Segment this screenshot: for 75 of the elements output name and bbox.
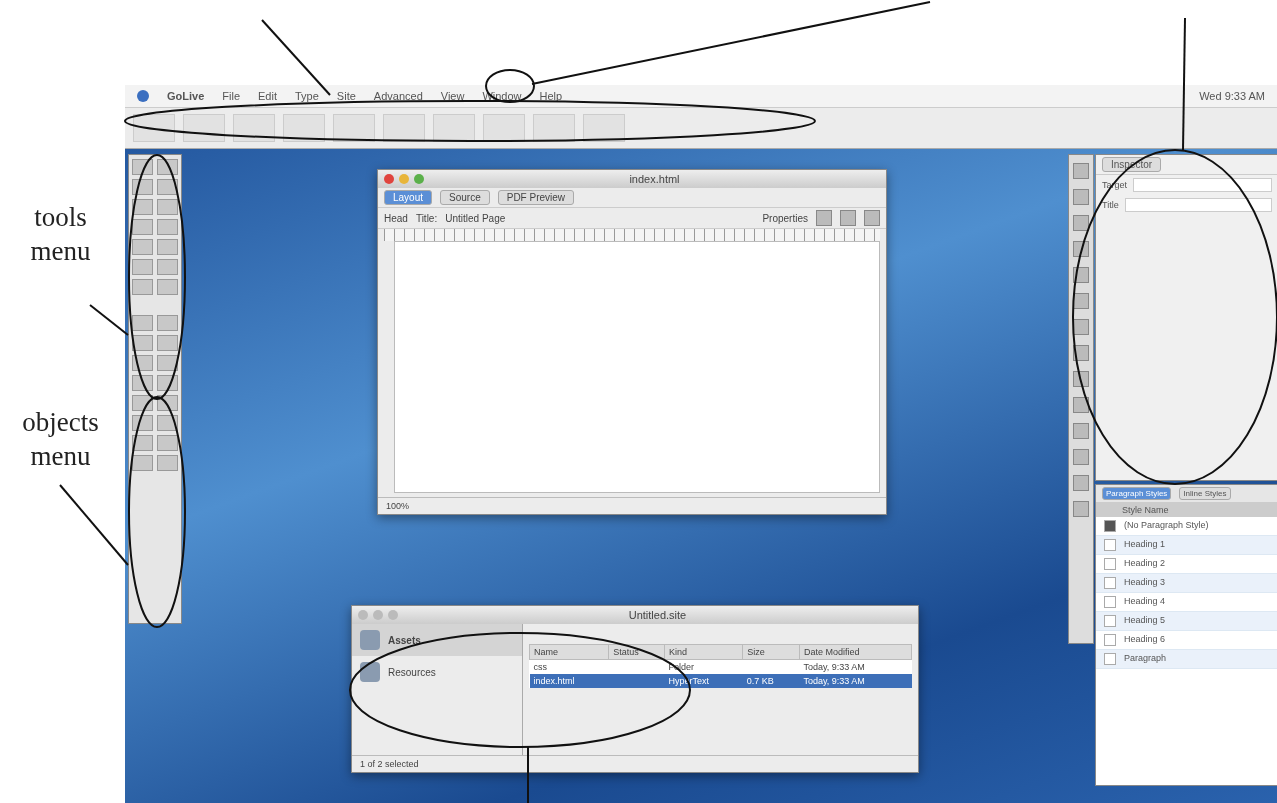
tool-button[interactable] bbox=[132, 199, 153, 215]
menu-item[interactable]: View bbox=[440, 90, 465, 102]
style-checkbox[interactable] bbox=[1104, 577, 1116, 589]
column-header[interactable]: Date Modified bbox=[799, 644, 912, 660]
apple-icon[interactable] bbox=[137, 90, 149, 102]
style-checkbox[interactable] bbox=[1104, 558, 1116, 570]
toolbar-control[interactable] bbox=[433, 114, 475, 142]
style-item[interactable]: Heading 2 bbox=[1124, 558, 1166, 570]
toolbar-icon[interactable] bbox=[864, 210, 880, 226]
style-item[interactable]: Paragraph bbox=[1124, 653, 1167, 665]
style-item[interactable]: Heading 5 bbox=[1124, 615, 1166, 627]
toolbar-control[interactable] bbox=[533, 114, 575, 142]
callout-label: tools menu bbox=[29, 201, 92, 268]
menu-item[interactable]: Advanced bbox=[373, 90, 423, 102]
style-checkbox[interactable] bbox=[1104, 653, 1116, 665]
menu-item[interactable]: File bbox=[222, 90, 241, 102]
toolbar-icon[interactable] bbox=[816, 210, 832, 226]
toolbar-control[interactable] bbox=[233, 114, 275, 142]
style-item[interactable]: Heading 1 bbox=[1124, 539, 1166, 551]
view-tab[interactable]: Source bbox=[440, 190, 490, 205]
object-button[interactable] bbox=[132, 455, 153, 471]
toolbar-control[interactable] bbox=[333, 114, 375, 142]
window-title: index.html bbox=[628, 173, 681, 185]
style-checkbox[interactable] bbox=[1104, 520, 1116, 532]
menu-item[interactable]: Edit bbox=[258, 90, 277, 102]
toolbar-control[interactable] bbox=[483, 114, 525, 142]
style-checkbox[interactable] bbox=[1104, 634, 1116, 646]
column-header[interactable]: Kind bbox=[664, 644, 743, 660]
menu-item[interactable]: GoLive bbox=[167, 90, 205, 102]
panel-tab[interactable]: Inline Styles bbox=[1179, 487, 1231, 500]
input-field[interactable] bbox=[1133, 178, 1272, 192]
toolbar-control[interactable] bbox=[183, 114, 225, 142]
title-value[interactable]: Untitled Page bbox=[445, 212, 506, 224]
style-checkbox[interactable] bbox=[1104, 615, 1116, 627]
callout-line bbox=[89, 304, 129, 336]
window-title: Untitled.site bbox=[627, 609, 688, 621]
column-header[interactable]: Size bbox=[742, 644, 800, 660]
style-item[interactable]: Heading 4 bbox=[1124, 596, 1166, 608]
toolbar-control[interactable] bbox=[383, 114, 425, 142]
column-header[interactable]: Name bbox=[529, 644, 609, 660]
toolbar-icon[interactable] bbox=[840, 210, 856, 226]
menu-item[interactable]: Help bbox=[539, 90, 563, 102]
style-checkbox[interactable] bbox=[1104, 596, 1116, 608]
menu-item[interactable]: Site bbox=[336, 90, 356, 102]
menu-item[interactable]: Type bbox=[295, 90, 319, 102]
tool-button[interactable] bbox=[132, 219, 153, 235]
title-label: Title: bbox=[415, 212, 438, 224]
properties-label: Properties bbox=[762, 212, 808, 224]
toolbar-control[interactable] bbox=[283, 114, 325, 142]
object-button[interactable] bbox=[157, 375, 178, 391]
style-item[interactable]: (No Paragraph Style) bbox=[1124, 520, 1209, 532]
style-item[interactable]: Heading 3 bbox=[1124, 577, 1166, 589]
zoom-level[interactable]: 100% bbox=[386, 501, 410, 511]
toolbar-control[interactable] bbox=[583, 114, 625, 142]
selection-status: 1 of 2 selected bbox=[360, 759, 419, 769]
callout-label: objects menu bbox=[21, 406, 100, 473]
object-button[interactable] bbox=[132, 335, 153, 351]
toolbar-control[interactable] bbox=[133, 114, 175, 142]
field-label: Title bbox=[1102, 200, 1119, 210]
palette-icon[interactable] bbox=[1073, 397, 1089, 413]
clock: Wed 9:33 AM bbox=[1199, 90, 1265, 102]
column-header[interactable]: Style Name bbox=[1096, 503, 1277, 517]
object-button[interactable] bbox=[157, 355, 178, 371]
input-field[interactable] bbox=[1124, 198, 1272, 212]
view-tab[interactable]: PDF Preview bbox=[497, 190, 575, 205]
style-item[interactable]: Heading 6 bbox=[1124, 634, 1166, 646]
head-toggle[interactable]: Head bbox=[384, 212, 408, 224]
sidebar-item[interactable]: Resources bbox=[352, 656, 522, 688]
callout-line bbox=[527, 746, 529, 803]
sidebar-item[interactable]: Assets bbox=[352, 624, 522, 656]
palette-icon[interactable] bbox=[1073, 215, 1089, 231]
style-checkbox[interactable] bbox=[1104, 539, 1116, 551]
object-button[interactable] bbox=[132, 355, 153, 371]
object-button[interactable] bbox=[132, 435, 153, 451]
object-button[interactable] bbox=[132, 375, 153, 391]
